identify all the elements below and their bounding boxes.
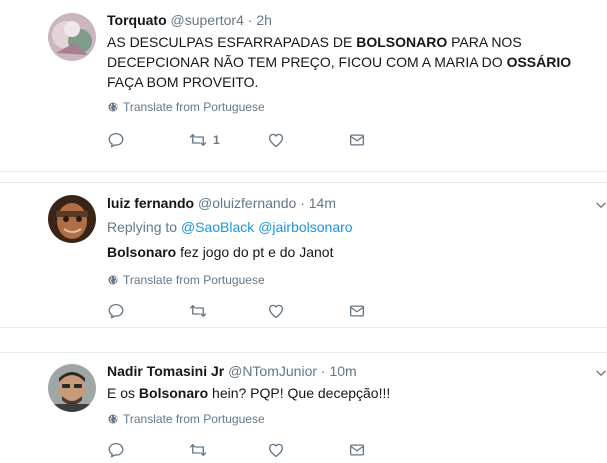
globe-icon	[107, 101, 119, 113]
translate-link[interactable]: Translate from Portuguese	[107, 412, 265, 426]
globe-icon	[107, 274, 119, 286]
mention-link[interactable]: @jairbolsonaro	[258, 219, 352, 235]
like-button[interactable]	[267, 302, 285, 320]
tweet-actions: 1	[107, 131, 377, 149]
timestamp[interactable]: 2h	[256, 12, 272, 28]
author-handle[interactable]: @oluizfernando	[198, 195, 296, 211]
tweet-actions	[107, 302, 377, 320]
avatar[interactable]	[48, 364, 96, 412]
tweet[interactable]: Torquato @supertor4 · 2h AS DESCULPAS ES…	[0, 0, 607, 172]
avatar[interactable]	[48, 195, 96, 243]
reply-button[interactable]	[107, 302, 125, 320]
reply-icon	[107, 131, 125, 149]
retweet-icon	[189, 131, 207, 149]
separator-dot: ·	[247, 12, 253, 28]
tweet-actions	[107, 441, 377, 459]
text-segment: Bolsonaro	[138, 385, 209, 401]
translate-link[interactable]: Translate from Portuguese	[107, 273, 265, 287]
text-segment: FAÇA BOM PROVEITO.	[107, 74, 259, 90]
separator-dot: ·	[300, 195, 305, 211]
timestamp[interactable]: 10m	[329, 363, 356, 379]
tweet-text: AS DESCULPAS ESFARRAPADAS DE BOLSONARO P…	[107, 32, 607, 92]
chevron-down-icon[interactable]	[594, 366, 607, 380]
retweet-icon	[189, 441, 207, 459]
text-segment: AS DESCULPAS ESFARRAPADAS DE	[107, 34, 357, 50]
mail-icon	[348, 441, 366, 459]
reply-icon	[107, 441, 125, 459]
reply-button[interactable]	[107, 131, 125, 149]
retweet-icon	[189, 302, 207, 320]
mention-link[interactable]: @SaoBlack	[181, 219, 254, 235]
translate-label: Translate from Portuguese	[123, 412, 265, 426]
separator-dot: ·	[320, 363, 326, 379]
direct-message-button[interactable]	[348, 131, 366, 149]
direct-message-button[interactable]	[348, 441, 366, 459]
mail-icon	[348, 131, 366, 149]
heart-icon	[267, 302, 285, 320]
text-segment: BOLSONARO	[356, 34, 448, 50]
timestamp[interactable]: 14m	[309, 195, 336, 211]
text-segment: Bolsonaro	[107, 244, 177, 260]
tweet[interactable]: luiz fernando @oluizfernando · 14m Reply…	[0, 182, 607, 328]
reply-button[interactable]	[107, 441, 125, 459]
chevron-down-icon[interactable]	[594, 198, 607, 212]
like-button[interactable]	[267, 131, 285, 149]
replying-label: Replying to	[107, 219, 178, 235]
mail-icon	[348, 302, 366, 320]
translate-label: Translate from Portuguese	[123, 273, 265, 287]
heart-icon	[267, 131, 285, 149]
text-segment: hein? PQP! Que decepção!!!	[208, 385, 391, 401]
tweet-text: E os Bolsonaro hein? PQP! Que decepção!!…	[107, 383, 607, 403]
text-segment: fez jogo do pt e do Janot	[176, 244, 334, 260]
retweet-button[interactable]: 1	[189, 131, 220, 149]
reply-icon	[107, 302, 125, 320]
direct-message-button[interactable]	[348, 302, 366, 320]
author-handle[interactable]: @supertor4	[171, 12, 244, 28]
text-segment: OSSÁRIO	[506, 54, 572, 70]
tweet-text: Bolsonaro fez jogo do pt e do Janot	[107, 242, 607, 262]
translate-label: Translate from Portuguese	[123, 100, 265, 114]
globe-icon	[107, 413, 119, 425]
author-handle[interactable]: @NTomJunior	[228, 363, 317, 379]
tweet-header: luiz fernando @oluizfernando · 14m	[107, 195, 336, 211]
tweet[interactable]: Nadir Tomasini Jr @NTomJunior · 10m E os…	[0, 352, 607, 463]
author-name[interactable]: luiz fernando	[107, 195, 194, 211]
heart-icon	[267, 441, 285, 459]
retweet-button[interactable]	[189, 441, 207, 459]
author-name[interactable]: Torquato	[107, 12, 167, 28]
like-button[interactable]	[267, 441, 285, 459]
avatar[interactable]	[48, 13, 96, 61]
tweet-header: Nadir Tomasini Jr @NTomJunior · 10m	[107, 363, 357, 379]
retweet-count: 1	[213, 133, 220, 147]
translate-link[interactable]: Translate from Portuguese	[107, 100, 265, 114]
replying-to: Replying to @SaoBlack @jairbolsonaro	[107, 219, 353, 235]
author-name[interactable]: Nadir Tomasini Jr	[107, 363, 224, 379]
text-segment: E os	[107, 385, 139, 401]
tweet-header: Torquato @supertor4 · 2h	[107, 12, 272, 28]
retweet-button[interactable]	[189, 302, 207, 320]
